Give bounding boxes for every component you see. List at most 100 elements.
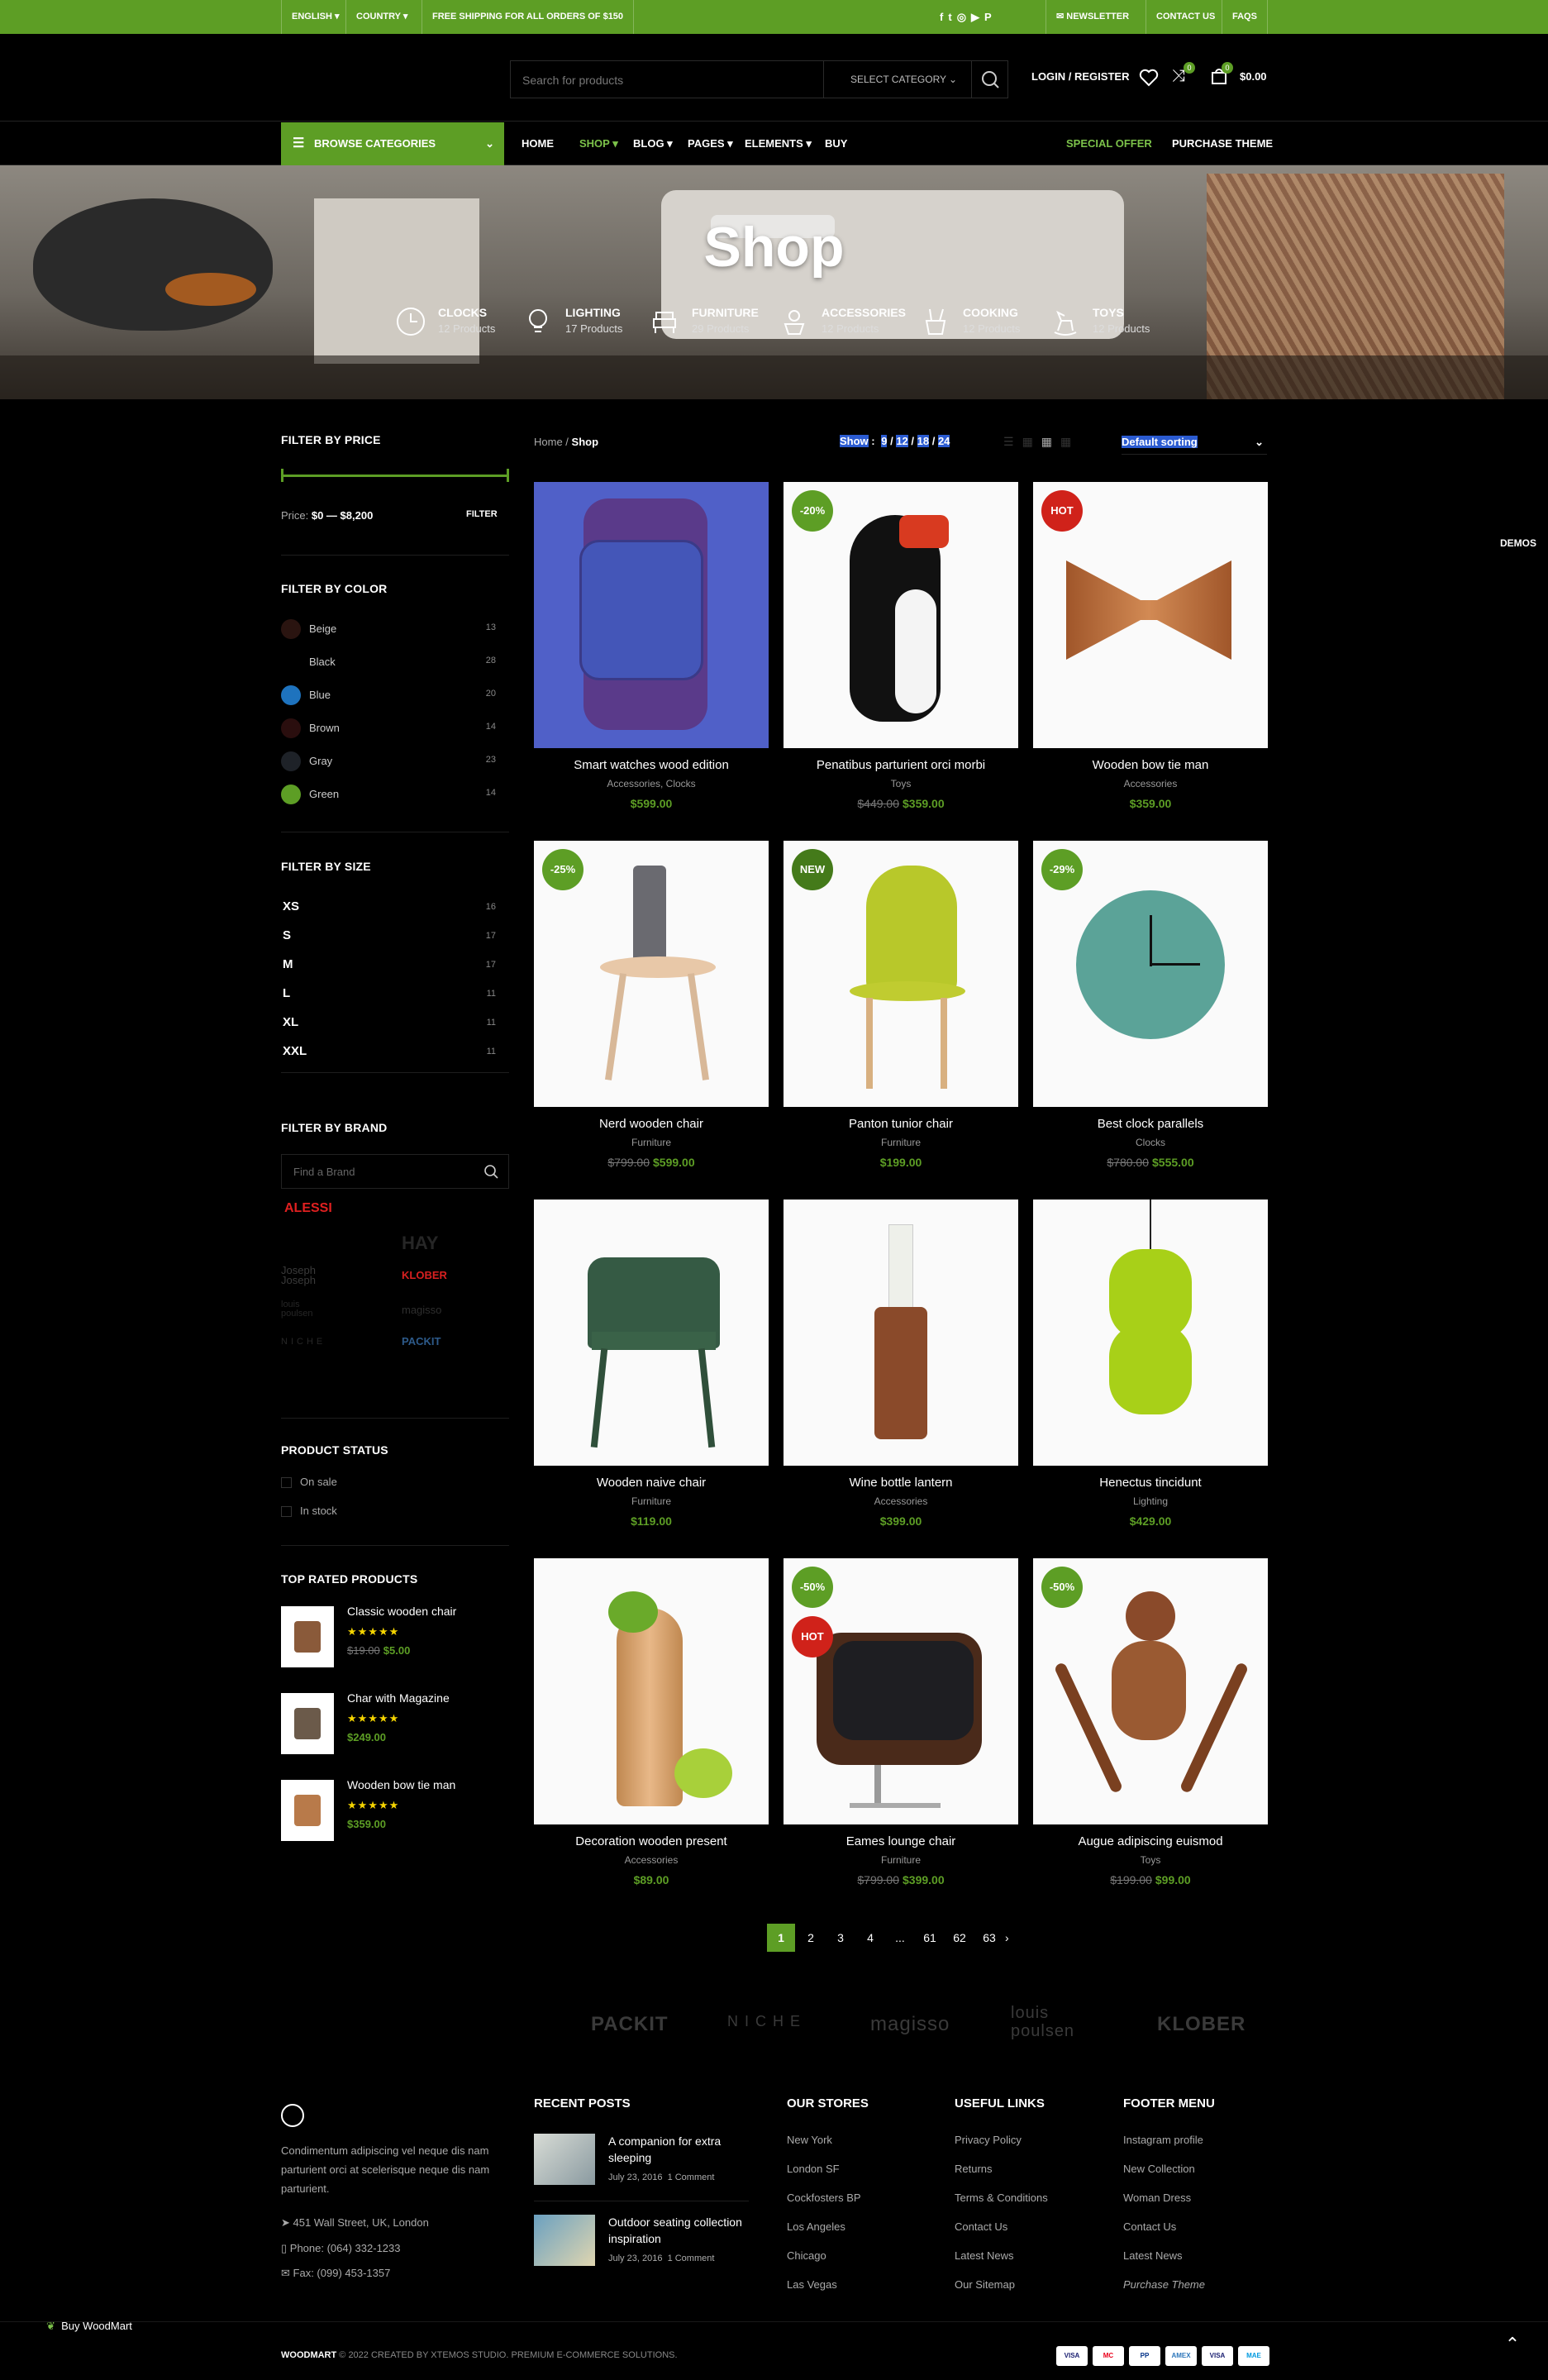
- nav-pages[interactable]: PAGES ▾: [688, 122, 733, 165]
- status-on-sale[interactable]: On sale: [281, 1476, 337, 1489]
- size-filter-l[interactable]: L 11: [281, 986, 496, 1004]
- product-name[interactable]: Wooden bow tie man: [1033, 758, 1268, 772]
- scroll-to-top-button[interactable]: ⌃: [1498, 2330, 1527, 2359]
- status-in-stock[interactable]: In stock: [281, 1505, 337, 1518]
- pagination-page[interactable]: 62: [945, 1924, 974, 1952]
- color-filter-gray[interactable]: Gray 23: [281, 751, 496, 771]
- product-card[interactable]: Henectus tincidunt Lighting $429.00: [1033, 1200, 1268, 1530]
- product-card[interactable]: -29% Best clock parallels Clocks $780.00 $55…: [1033, 841, 1268, 1171]
- nav-elements[interactable]: ELEMENTS ▾: [745, 122, 812, 165]
- top-rated-item[interactable]: Classic wooden chair ★★★★★ $19.00 $5.00: [281, 1605, 509, 1671]
- color-filter-blue[interactable]: Blue 20: [281, 685, 496, 705]
- product-image[interactable]: -50%: [1033, 1558, 1268, 1824]
- product-card[interactable]: -50% Augue adipiscing euismod Toys $199.00 $…: [1033, 1558, 1268, 1889]
- language-selector[interactable]: ENGLISH ▾: [281, 0, 349, 34]
- footer-link[interactable]: New York: [787, 2125, 869, 2154]
- product-thumbnail[interactable]: [281, 1693, 334, 1754]
- sorting-select[interactable]: Default sorting ⌄: [1122, 430, 1267, 455]
- nav-blog[interactable]: BLOG ▾: [633, 122, 673, 165]
- product-category[interactable]: Accessories: [784, 1495, 1018, 1507]
- show-18[interactable]: 18: [917, 435, 930, 447]
- nav-buy[interactable]: BUY: [825, 122, 847, 165]
- grid-4-icon[interactable]: ▦: [1060, 435, 1079, 448]
- product-name[interactable]: Wine bottle lantern: [784, 1476, 1018, 1490]
- checkbox[interactable]: [281, 1506, 292, 1518]
- product-image[interactable]: [1033, 1200, 1268, 1466]
- grid-2-icon[interactable]: ▦: [1022, 435, 1041, 448]
- browse-categories-button[interactable]: ☰ BROWSE CATEGORIES ⌄: [281, 122, 504, 165]
- price-slider[interactable]: [281, 475, 509, 477]
- product-category[interactable]: Accessories, Clocks: [534, 778, 769, 789]
- footer-link[interactable]: Our Sitemap: [955, 2270, 1048, 2299]
- list-view-icon[interactable]: ☰: [1003, 435, 1022, 448]
- footer-link[interactable]: Contact Us: [955, 2212, 1048, 2241]
- post-title[interactable]: Outdoor seating collection inspiration: [608, 2214, 749, 2247]
- pagination-page[interactable]: 4: [856, 1924, 884, 1952]
- product-image[interactable]: HOT: [1033, 482, 1268, 748]
- pagination-page[interactable]: ...: [886, 1924, 914, 1952]
- footer-link[interactable]: Los Angeles: [787, 2212, 869, 2241]
- footer-link[interactable]: Chicago: [787, 2241, 869, 2270]
- product-name[interactable]: Augue adipiscing euismod: [1033, 1834, 1268, 1848]
- color-filter-black[interactable]: Black 28: [281, 652, 496, 672]
- price-slider-handle-max[interactable]: [507, 469, 509, 482]
- contact-link[interactable]: CONTACT US: [1146, 0, 1225, 34]
- brand-logo-packit[interactable]: PACKIT: [402, 1335, 441, 1347]
- product-card[interactable]: HOT Wooden bow tie man Accessories $359.00: [1033, 482, 1268, 813]
- product-card[interactable]: Smart watches wood edition Accessories, C…: [534, 482, 769, 813]
- brand-search-field[interactable]: Find a Brand: [281, 1154, 509, 1189]
- cart-button[interactable]: 0 $0.00: [1210, 62, 1267, 89]
- product-image[interactable]: -50% HOT: [784, 1558, 1018, 1824]
- product-name[interactable]: Eames lounge chair: [784, 1834, 1018, 1848]
- footer-link[interactable]: Latest News: [1123, 2241, 1215, 2270]
- product-name[interactable]: Nerd wooden chair: [534, 1117, 769, 1131]
- color-filter-beige[interactable]: Beige 13: [281, 619, 496, 639]
- footer-link[interactable]: Woman Dress: [1123, 2183, 1215, 2212]
- product-name[interactable]: Decoration wooden present: [534, 1834, 769, 1848]
- brand-strip-magisso[interactable]: magisso: [870, 2013, 950, 2036]
- product-thumbnail[interactable]: [281, 1606, 334, 1667]
- product-card[interactable]: Wine bottle lantern Accessories $399.00: [784, 1200, 1018, 1530]
- facebook-icon[interactable]: f: [940, 11, 948, 23]
- footer-link[interactable]: Contact Us: [1123, 2212, 1215, 2241]
- product-category[interactable]: Accessories: [534, 1854, 769, 1866]
- footer-link[interactable]: Latest News: [955, 2241, 1048, 2270]
- twitter-icon[interactable]: t: [948, 11, 956, 23]
- product-image[interactable]: [534, 1558, 769, 1824]
- price-slider-handle-min[interactable]: [281, 469, 283, 482]
- brand-logo-louis-poulsen[interactable]: louis poulsen: [281, 1300, 331, 1319]
- footer-link[interactable]: New Collection: [1123, 2154, 1215, 2183]
- footer-link[interactable]: Instagram profile: [1123, 2125, 1215, 2154]
- product-category[interactable]: Furniture: [784, 1854, 1018, 1866]
- size-filter-xl[interactable]: XL 11: [281, 1015, 496, 1033]
- brand-strip-niche[interactable]: NICHE: [727, 2013, 807, 2030]
- product-name[interactable]: Henectus tincidunt: [1033, 1476, 1268, 1490]
- post-title[interactable]: A companion for extra sleeping: [608, 2133, 749, 2166]
- pagination-page[interactable]: 3: [826, 1924, 855, 1952]
- footer-link[interactable]: Privacy Policy: [955, 2125, 1048, 2154]
- demos-tab[interactable]: DEMOS: [1500, 537, 1536, 549]
- footer-link[interactable]: Terms & Conditions: [955, 2183, 1048, 2212]
- product-name[interactable]: Panton tunior chair: [784, 1117, 1018, 1131]
- color-filter-brown[interactable]: Brown 14: [281, 718, 496, 738]
- product-thumbnail[interactable]: [281, 1780, 334, 1841]
- login-link[interactable]: LOGIN / REGISTER: [1031, 70, 1129, 83]
- product-category[interactable]: Accessories: [1033, 778, 1268, 789]
- pinterest-icon[interactable]: P: [984, 11, 997, 23]
- product-category[interactable]: Furniture: [534, 1137, 769, 1148]
- product-image[interactable]: -25%: [534, 841, 769, 1107]
- top-rated-item[interactable]: Char with Magazine ★★★★★ $249.00: [281, 1691, 509, 1758]
- filter-button[interactable]: FILTER: [466, 509, 498, 519]
- country-selector[interactable]: COUNTRY ▾: [345, 0, 417, 34]
- instagram-icon[interactable]: ◎: [957, 11, 971, 23]
- product-image[interactable]: [534, 482, 769, 748]
- top-rated-name[interactable]: Wooden bow tie man: [347, 1778, 455, 1791]
- show-24[interactable]: 24: [937, 435, 950, 447]
- post-thumbnail[interactable]: [534, 2134, 595, 2185]
- product-name[interactable]: Smart watches wood edition: [534, 758, 769, 772]
- buy-woodmart-button[interactable]: ❦ Buy WoodMart: [46, 2320, 132, 2333]
- product-name[interactable]: Penatibus parturient orci morbi: [784, 758, 1018, 772]
- product-card[interactable]: -25% Nerd wooden chair Furniture $799.00 $59…: [534, 841, 769, 1171]
- product-category[interactable]: Clocks: [1033, 1137, 1268, 1148]
- brand-logo-alessi[interactable]: ALESSI: [284, 1201, 332, 1216]
